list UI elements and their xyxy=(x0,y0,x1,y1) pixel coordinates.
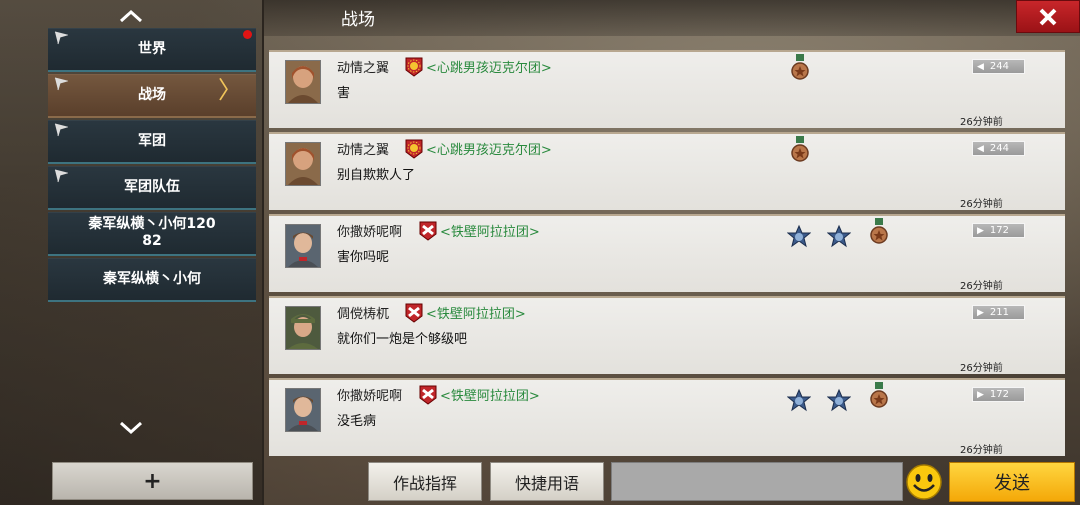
username[interactable]: 动情之翼 xyxy=(337,57,389,76)
flag-icon xyxy=(54,31,68,45)
message-time: 26分钟前 xyxy=(960,445,1003,456)
rank-arrow-icon: ▶ xyxy=(977,225,984,236)
scroll-up-chevron-icon[interactable] xyxy=(0,2,262,30)
chat-message: 倜傥梼杌 <铁壁阿拉拉团> 就你们一炮是个够级吧 ▶ 211 26分钟前 xyxy=(269,296,1065,374)
rank-badge: ◀ 244 xyxy=(972,59,1025,74)
flag-icon xyxy=(54,169,68,183)
smiley-icon[interactable] xyxy=(905,463,943,501)
legion-name[interactable]: <心跳男孩迈克尔团> xyxy=(426,139,552,158)
rank-arrow-icon: ▶ xyxy=(977,307,984,318)
message-text: 害你吗呢 xyxy=(337,250,390,265)
channel-label: 战场 xyxy=(138,86,166,103)
bronze-medal-icon xyxy=(791,54,809,80)
avatar[interactable] xyxy=(285,388,321,432)
rank-arrow-icon: ◀ xyxy=(977,143,984,154)
username[interactable]: 倜傥梼杌 xyxy=(337,303,389,322)
channel-private-2[interactable]: 秦军纵横丶小何 xyxy=(48,258,256,302)
bronze-medal-icon xyxy=(870,218,888,244)
unread-dot-icon xyxy=(243,30,252,39)
legion-cross-badge-icon xyxy=(405,303,423,323)
add-channel-button[interactable]: + xyxy=(52,462,253,500)
chat-message: 你撒娇呢啊 <铁壁阿拉拉团> 害你吗呢 ▶ 172 26分钟前 xyxy=(269,214,1065,292)
bronze-medal-icon xyxy=(870,382,888,408)
rank-badge: ▶ 211 xyxy=(972,305,1025,320)
chat-message: 动情之翼 <心跳男孩迈克尔团> 别自欺欺人了 ◀ 244 26分钟前 xyxy=(269,132,1065,210)
blue-star-medal-icon xyxy=(827,224,851,248)
rank-value: 172 xyxy=(989,225,1010,236)
send-button[interactable]: 发送 xyxy=(949,462,1075,502)
legion-name[interactable]: <铁壁阿拉拉团> xyxy=(440,385,540,404)
channel-label: 秦军纵横丶小何120 82 xyxy=(88,216,216,249)
scroll-down-chevron-icon[interactable] xyxy=(0,414,262,442)
legion-cross-badge-icon xyxy=(419,221,437,241)
selected-chevron-icon: 〉 xyxy=(218,76,242,104)
rank-value: 172 xyxy=(989,389,1010,400)
message-text: 别自欺欺人了 xyxy=(337,168,416,183)
blue-star-medal-icon xyxy=(827,388,851,412)
legion-name[interactable]: <铁壁阿拉拉团> xyxy=(426,303,526,322)
message-text: 没毛病 xyxy=(337,414,377,429)
message-time: 26分钟前 xyxy=(960,199,1003,210)
message-text: 害 xyxy=(337,86,351,101)
rank-badge: ◀ 244 xyxy=(972,141,1025,156)
chat-message: 你撒娇呢啊 <铁壁阿拉拉团> 没毛病 ▶ 172 26分钟前 xyxy=(269,378,1065,456)
legion-name[interactable]: <心跳男孩迈克尔团> xyxy=(426,57,552,76)
legion-name[interactable]: <铁壁阿拉拉团> xyxy=(440,221,540,240)
rank-value: 211 xyxy=(989,307,1010,318)
avatar[interactable] xyxy=(285,60,321,104)
header-bar xyxy=(264,0,1080,36)
channel-legion-team[interactable]: 军团队伍 xyxy=(48,166,256,210)
chat-message: 动情之翼 <心跳男孩迈克尔团> 害 ◀ 244 26分钟前 xyxy=(269,50,1065,128)
avatar[interactable] xyxy=(285,142,321,186)
close-button[interactable] xyxy=(1016,0,1080,33)
page-title: 战场 xyxy=(341,10,375,30)
rank-badge: ▶ 172 xyxy=(972,387,1025,402)
close-x-icon xyxy=(1039,8,1057,25)
channel-private-1[interactable]: 秦军纵横丶小何120 82 xyxy=(48,212,256,256)
rank-badge: ▶ 172 xyxy=(972,223,1025,238)
channel-label: 秦军纵横丶小何 xyxy=(103,270,201,287)
rank-value: 244 xyxy=(989,61,1010,72)
avatar[interactable] xyxy=(285,306,321,350)
avatar[interactable] xyxy=(285,224,321,268)
rank-value: 244 xyxy=(989,143,1010,154)
username[interactable]: 你撒娇呢啊 xyxy=(337,385,402,404)
message-time: 26分钟前 xyxy=(960,363,1003,374)
legion-sun-badge-icon xyxy=(405,57,423,77)
flag-icon xyxy=(54,123,68,137)
channel-legion[interactable]: 军团 xyxy=(48,120,256,164)
message-time: 26分钟前 xyxy=(960,281,1003,292)
legion-sun-badge-icon xyxy=(405,139,423,159)
channel-label: 军团队伍 xyxy=(124,178,180,195)
channel-label: 军团 xyxy=(138,132,166,149)
rank-arrow-icon: ◀ xyxy=(977,61,984,72)
channel-sidebar: 世界 战场 〉 军团 军团队伍 秦军纵横丶小何120 82 秦军纵横丶小何 + xyxy=(0,0,264,505)
flag-icon xyxy=(54,77,68,91)
channel-label: 世界 xyxy=(138,40,166,57)
legion-cross-badge-icon xyxy=(419,385,437,405)
rank-arrow-icon: ▶ xyxy=(977,389,984,400)
quick-phrases-button[interactable]: 快捷用语 xyxy=(490,462,604,501)
username[interactable]: 动情之翼 xyxy=(337,139,389,158)
username[interactable]: 你撒娇呢啊 xyxy=(337,221,402,240)
channel-world[interactable]: 世界 xyxy=(48,28,256,72)
chat-input[interactable] xyxy=(611,462,903,501)
message-text: 就你们一炮是个够级吧 xyxy=(337,332,468,347)
blue-star-medal-icon xyxy=(787,224,811,248)
channel-battlefield[interactable]: 战场 〉 xyxy=(48,74,256,118)
message-time: 26分钟前 xyxy=(960,117,1003,128)
battle-command-button[interactable]: 作战指挥 xyxy=(368,462,482,501)
blue-star-medal-icon xyxy=(787,388,811,412)
bronze-medal-icon xyxy=(791,136,809,162)
